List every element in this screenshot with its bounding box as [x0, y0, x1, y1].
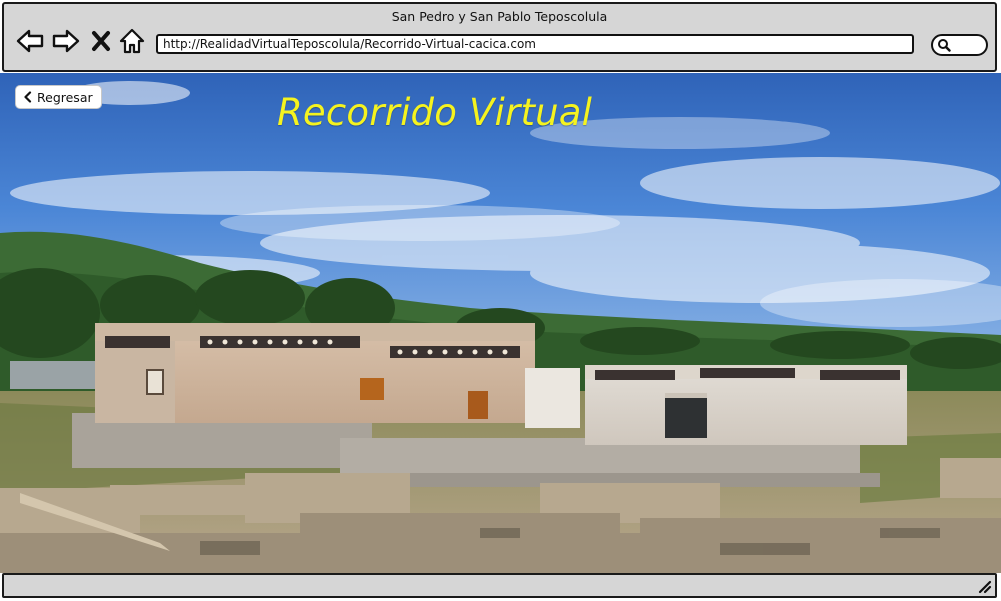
close-icon [92, 31, 110, 51]
back-button-label: Regresar [37, 89, 93, 105]
page-content: Regresar Recorrido Virtual [0, 73, 1001, 573]
chevron-left-icon [24, 91, 32, 103]
stop-button[interactable] [90, 26, 112, 56]
forward-nav-button[interactable] [51, 26, 81, 56]
window-title: San Pedro y San Pablo Teposcolula [391, 9, 608, 24]
status-bar [2, 573, 997, 598]
home-button[interactable] [118, 26, 146, 56]
search-field[interactable] [931, 34, 988, 56]
back-nav-button[interactable] [15, 26, 45, 56]
arrow-right-icon [52, 29, 80, 53]
search-icon [938, 39, 951, 52]
page-title: Recorrido Virtual [277, 91, 593, 134]
address-bar[interactable]: http://RealidadVirtualTeposcolula/Recorr… [156, 34, 914, 54]
resize-grip-icon[interactable] [976, 578, 992, 594]
back-button[interactable]: Regresar [15, 85, 102, 109]
browser-window: San Pedro y San Pablo Teposcolula http:/… [0, 0, 1001, 601]
browser-toolbar: San Pedro y San Pablo Teposcolula http:/… [2, 2, 997, 72]
arrow-left-icon [16, 29, 44, 53]
hero-image [0, 73, 1001, 573]
home-icon [119, 28, 145, 54]
